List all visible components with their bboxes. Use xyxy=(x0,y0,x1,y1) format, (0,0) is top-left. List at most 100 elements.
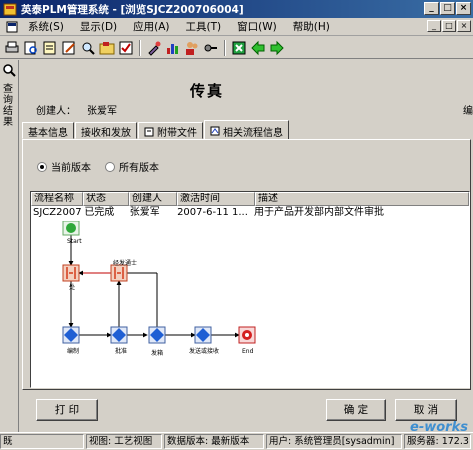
status-view: 视图: 工艺视图 xyxy=(86,434,162,449)
grid-header: 流程名称 状态 创建人 激活时间 描述 xyxy=(31,192,469,206)
close-button[interactable]: × xyxy=(456,2,471,15)
status-server: 服务器: 172.31 xyxy=(404,434,471,449)
edit-label: 编 xyxy=(463,106,473,117)
menu-display[interactable]: 显示(D) xyxy=(74,19,127,34)
ok-button[interactable]: 确 定 xyxy=(326,399,386,421)
folder-icon[interactable] xyxy=(99,40,115,56)
exit-icon[interactable] xyxy=(231,40,247,56)
key-icon[interactable] xyxy=(203,40,219,56)
column-header-creator[interactable]: 创建人 xyxy=(129,192,177,206)
workflow-grid: 流程名称 状态 创建人 激活时间 描述 SJCZ200706004 已完成 张爱… xyxy=(30,191,470,388)
all-versions-radio[interactable]: 所有版本 xyxy=(105,159,159,174)
menu-bar: 系统(S) 显示(D) 应用(A) 工具(T) 窗口(W) 帮助(H) _ □ … xyxy=(0,18,473,36)
status-ready: 既 xyxy=(0,434,84,449)
flow-label: 编制 xyxy=(67,347,79,355)
query-results-panel[interactable]: 查询结果 xyxy=(0,60,19,432)
tab-label: 附带文件 xyxy=(157,128,197,139)
menu-tools[interactable]: 工具(T) xyxy=(180,19,232,34)
back-arrow-icon[interactable] xyxy=(250,40,266,56)
table-row[interactable]: SJCZ200706004 已完成 张爱军 2007-6-11 1... 用于产… xyxy=(31,206,469,219)
flow-node-end[interactable]: End xyxy=(238,326,256,355)
print-button[interactable]: 打 印 xyxy=(36,399,98,421)
current-version-label: 当前版本 xyxy=(51,163,91,174)
tab-label: 接收和发放 xyxy=(81,128,131,139)
flow-label: 经发通士 xyxy=(113,259,137,267)
cell-status: 已完成 xyxy=(84,207,115,218)
document-icon[interactable] xyxy=(6,21,18,33)
flow-node-approve[interactable]: 批准 xyxy=(110,326,128,355)
search-icon[interactable] xyxy=(2,63,16,77)
flow-label: Start xyxy=(67,238,82,245)
flow-node-process[interactable]: 处 xyxy=(62,264,80,291)
menu-system[interactable]: 系统(S) xyxy=(22,19,74,34)
status-data-version: 数据版本: 最新版本 xyxy=(164,434,264,449)
flow-label: 批准 xyxy=(115,347,127,355)
menu-help[interactable]: 帮助(H) xyxy=(287,19,340,34)
flow-node-dispatch[interactable]: 发箱 xyxy=(148,326,166,357)
all-versions-label: 所有版本 xyxy=(119,163,159,174)
workflow-diagram: Start 处 经发通士 编制 批准 发箱 发送或接收 End xyxy=(62,221,256,357)
watermark-logo: e-works xyxy=(410,420,468,435)
tab-attachments[interactable]: 附带文件 xyxy=(138,122,203,139)
cell-creator: 张爱军 xyxy=(129,207,160,218)
column-header-activated[interactable]: 激活时间 xyxy=(177,192,255,206)
cell-name: SJCZ200706004 xyxy=(33,207,82,218)
toolbar-separator xyxy=(224,39,226,56)
tab-label: 相关流程信息 xyxy=(223,127,283,139)
menu-window[interactable]: 窗口(W) xyxy=(231,19,287,34)
flow-icon xyxy=(210,126,220,136)
flow-label: End xyxy=(242,348,254,355)
tab-basic-info[interactable]: 基本信息 xyxy=(22,122,74,139)
maximize-button[interactable]: □ xyxy=(440,2,455,15)
column-header-name[interactable]: 流程名称 xyxy=(31,192,83,206)
creator-value: 张爱军 xyxy=(87,106,117,117)
tab-strip: 基本信息 接收和发放 附带文件 相关流程信息 xyxy=(22,120,290,140)
toolbar xyxy=(0,37,473,59)
document-header: 传真 创建人： 张爱军 编 xyxy=(22,64,473,118)
tool-icon[interactable] xyxy=(146,40,162,56)
document-title: 传真 xyxy=(190,82,225,100)
flow-node-start[interactable]: Start xyxy=(62,221,82,245)
flow-label: 发箱 xyxy=(151,349,163,357)
column-header-status[interactable]: 状态 xyxy=(83,192,129,206)
child-restore-button[interactable]: □ xyxy=(442,20,456,32)
window-title: 英泰PLM管理系统 - [浏览SJCZ200706004] xyxy=(21,3,244,16)
check-icon[interactable] xyxy=(118,40,134,56)
title-bar: 英泰PLM管理系统 - [浏览SJCZ200706004] _ □ × xyxy=(0,0,473,18)
print-icon[interactable] xyxy=(4,40,20,56)
child-minimize-button[interactable]: _ xyxy=(427,20,441,32)
workflow-tab-panel: 当前版本 所有版本 流程名称 状态 创建人 激活时间 描述 SJCZ200706… xyxy=(22,139,471,390)
flow-label: 处 xyxy=(69,283,75,291)
app-logo-icon xyxy=(3,3,17,15)
search-icon[interactable] xyxy=(80,40,96,56)
column-header-description[interactable]: 描述 xyxy=(255,192,469,206)
flow-node-compile[interactable]: 编制 xyxy=(62,326,80,355)
query-results-label[interactable]: 查询结果 xyxy=(3,84,16,128)
tab-receive-distribute[interactable]: 接收和发放 xyxy=(75,122,137,139)
version-filter: 当前版本 所有版本 xyxy=(37,159,159,174)
flow-node-send-receive[interactable]: 发送或接收 xyxy=(189,326,219,355)
status-user: 用户: 系统管理员[sysadmin] xyxy=(266,434,402,449)
attachment-icon xyxy=(144,127,154,136)
document-browser: 传真 创建人： 张爱军 编 基本信息 接收和发放 附带文件 相关流程信息 当前版… xyxy=(20,60,473,432)
tab-related-workflow[interactable]: 相关流程信息 xyxy=(204,120,289,139)
tab-label: 基本信息 xyxy=(28,128,68,139)
forward-arrow-icon[interactable] xyxy=(269,40,285,56)
edit-icon[interactable] xyxy=(42,40,58,56)
child-close-button[interactable]: × xyxy=(457,20,471,32)
users-icon[interactable] xyxy=(184,40,200,56)
menu-application[interactable]: 应用(A) xyxy=(127,19,179,34)
radio-indicator[interactable] xyxy=(37,161,47,172)
flow-node-distribute[interactable]: 经发通士 xyxy=(110,259,137,282)
flow-label: 发送或接收 xyxy=(189,347,219,355)
cell-activated: 2007-6-11 1... xyxy=(177,207,248,218)
cancel-button[interactable]: 取 消 xyxy=(395,399,457,421)
creator-label: 创建人： xyxy=(36,106,76,117)
status-bar: 既 视图: 工艺视图 数据版本: 最新版本 用户: 系统管理员[sysadmin… xyxy=(0,432,473,450)
chart-icon[interactable] xyxy=(165,40,181,56)
radio-indicator[interactable] xyxy=(105,161,115,172)
pencil-icon[interactable] xyxy=(61,40,77,56)
minimize-button[interactable]: _ xyxy=(424,2,439,15)
current-version-radio[interactable]: 当前版本 xyxy=(37,159,91,174)
find-icon[interactable] xyxy=(23,40,39,56)
